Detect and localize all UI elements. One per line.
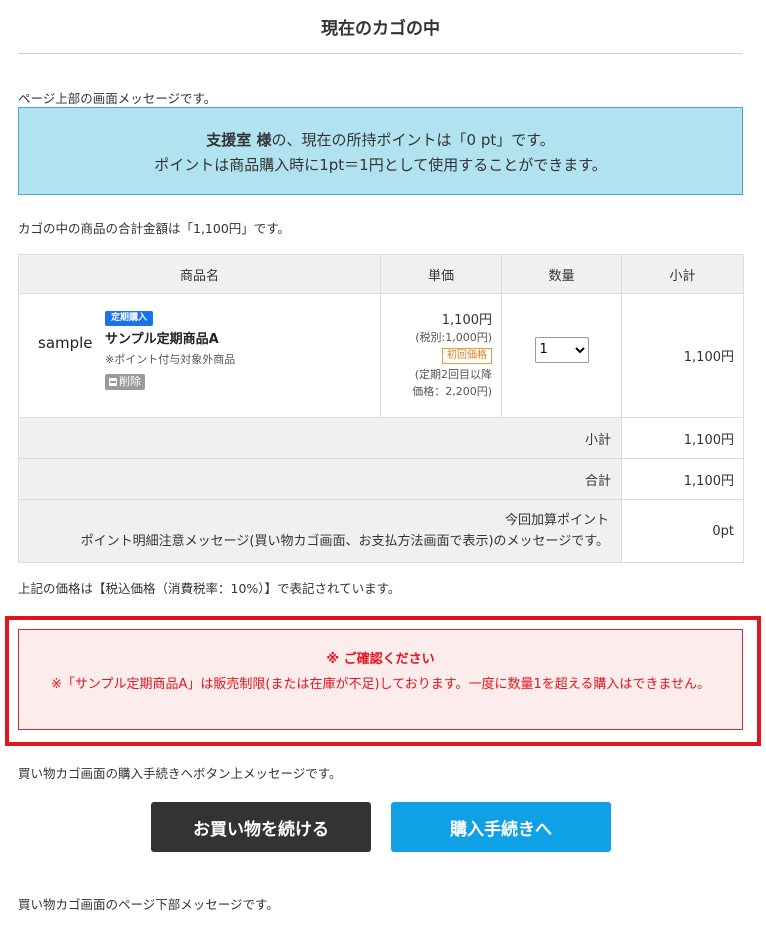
points-info-box: 支援室 様の、現在の所持ポイントは「0 pt」です。 ポイントは商品購入時に1p… <box>18 107 743 195</box>
subtotal-value: 1,100円 <box>621 417 744 459</box>
top-message: ページ上部の画面メッセージです。 <box>18 91 217 106</box>
alert-box: ※ ご確認ください ※「サンプル定期商品A」は販売制限(または在庫が不足)してお… <box>18 629 743 730</box>
header-subtotal: 小計 <box>621 254 744 294</box>
quantity-select[interactable]: 1 <box>534 336 589 363</box>
total-row: 合計 1,100円 <box>18 458 744 500</box>
checkout-button[interactable]: 購入手続きへ <box>391 802 611 852</box>
price-cell: 1,100円 (税別:1,000円) 初回価格 (定期2回目以降 価格：2,20… <box>380 293 502 418</box>
delete-button[interactable]: 削除 <box>105 374 145 390</box>
alert-title: ※ ご確認ください <box>326 652 435 667</box>
user-name: 支援室 様 <box>206 131 272 149</box>
points-row: 今回加算ポイント ポイント明細注意メッセージ(買い物カゴ画面、お支払方法画面で表… <box>18 499 744 563</box>
page-title: 現在のカゴの中 <box>321 19 440 39</box>
product-image[interactable]: sample <box>38 334 93 352</box>
header-quantity: 数量 <box>501 254 622 294</box>
total-value: 1,100円 <box>621 458 744 500</box>
subtotal-label: 小計 <box>18 417 622 459</box>
cart-item-row: sample 定期購入 サンプル定期商品A ※ポイント付与対象外商品 削除 1,… <box>18 293 744 418</box>
header-unit-price: 単価 <box>380 254 502 294</box>
total-label: 合計 <box>18 458 622 500</box>
points-label: 今回加算ポイント <box>504 513 609 528</box>
minus-icon <box>109 378 117 386</box>
alert-message: ※「サンプル定期商品A」は販売制限(または在庫が不足)しております。一度に数量1… <box>51 677 710 692</box>
subscription-badge: 定期購入 <box>105 311 154 326</box>
header-product-name: 商品名 <box>18 254 381 294</box>
unit-price-tax-excluded: (税別:1,000円) <box>415 330 492 344</box>
cart-table: 商品名 単価 数量 小計 sample 定期購入 サンプル定期商品A ※ポイント… <box>18 254 744 563</box>
bottom-message: 買い物カゴ画面のページ下部メッセージです。 <box>18 897 279 912</box>
quantity-cell: 1 <box>501 293 622 418</box>
points-notice: ポイント明細注意メッセージ(買い物カゴ画面、お支払方法画面で表示)のメッセージで… <box>80 534 609 549</box>
item-cell: sample 定期購入 サンプル定期商品A ※ポイント付与対象外商品 削除 <box>18 293 381 418</box>
points-line-1: 支援室 様の、現在の所持ポイントは「0 pt」です。 <box>19 128 742 153</box>
delete-label: 削除 <box>119 375 141 388</box>
points-value: 0pt <box>621 499 744 563</box>
button-top-message: 買い物カゴ画面の購入手続きへボタン上メッセージです。 <box>18 766 342 781</box>
product-name[interactable]: サンプル定期商品A <box>105 328 235 347</box>
next-price-line-2: 価格：2,200円) <box>412 384 492 398</box>
tax-note: 上記の価格は【税込価格（消費税率：10%）】で表記されています。 <box>18 581 401 596</box>
subtotal-row: 小計 1,100円 <box>18 417 744 459</box>
item-subtotal: 1,100円 <box>621 293 744 418</box>
points-line-1-text: の、現在の所持ポイントは「0 pt」です。 <box>271 131 555 149</box>
cart-total-message: カゴの中の商品の合計金額は「1,100円」です。 <box>18 221 291 236</box>
points-line-2: ポイントは商品購入時に1pt＝1円として使用することができます。 <box>154 156 607 174</box>
continue-shopping-button[interactable]: お買い物を続ける <box>151 802 371 852</box>
unit-price: 1,100円 <box>441 312 492 328</box>
first-price-badge: 初回価格 <box>442 347 492 364</box>
title-divider <box>18 53 743 54</box>
points-label-cell: 今回加算ポイント ポイント明細注意メッセージ(買い物カゴ画面、お支払方法画面で表… <box>18 499 622 563</box>
product-note: ※ポイント付与対象外商品 <box>105 353 236 366</box>
next-price-line-1: (定期2回目以降 <box>414 367 492 381</box>
